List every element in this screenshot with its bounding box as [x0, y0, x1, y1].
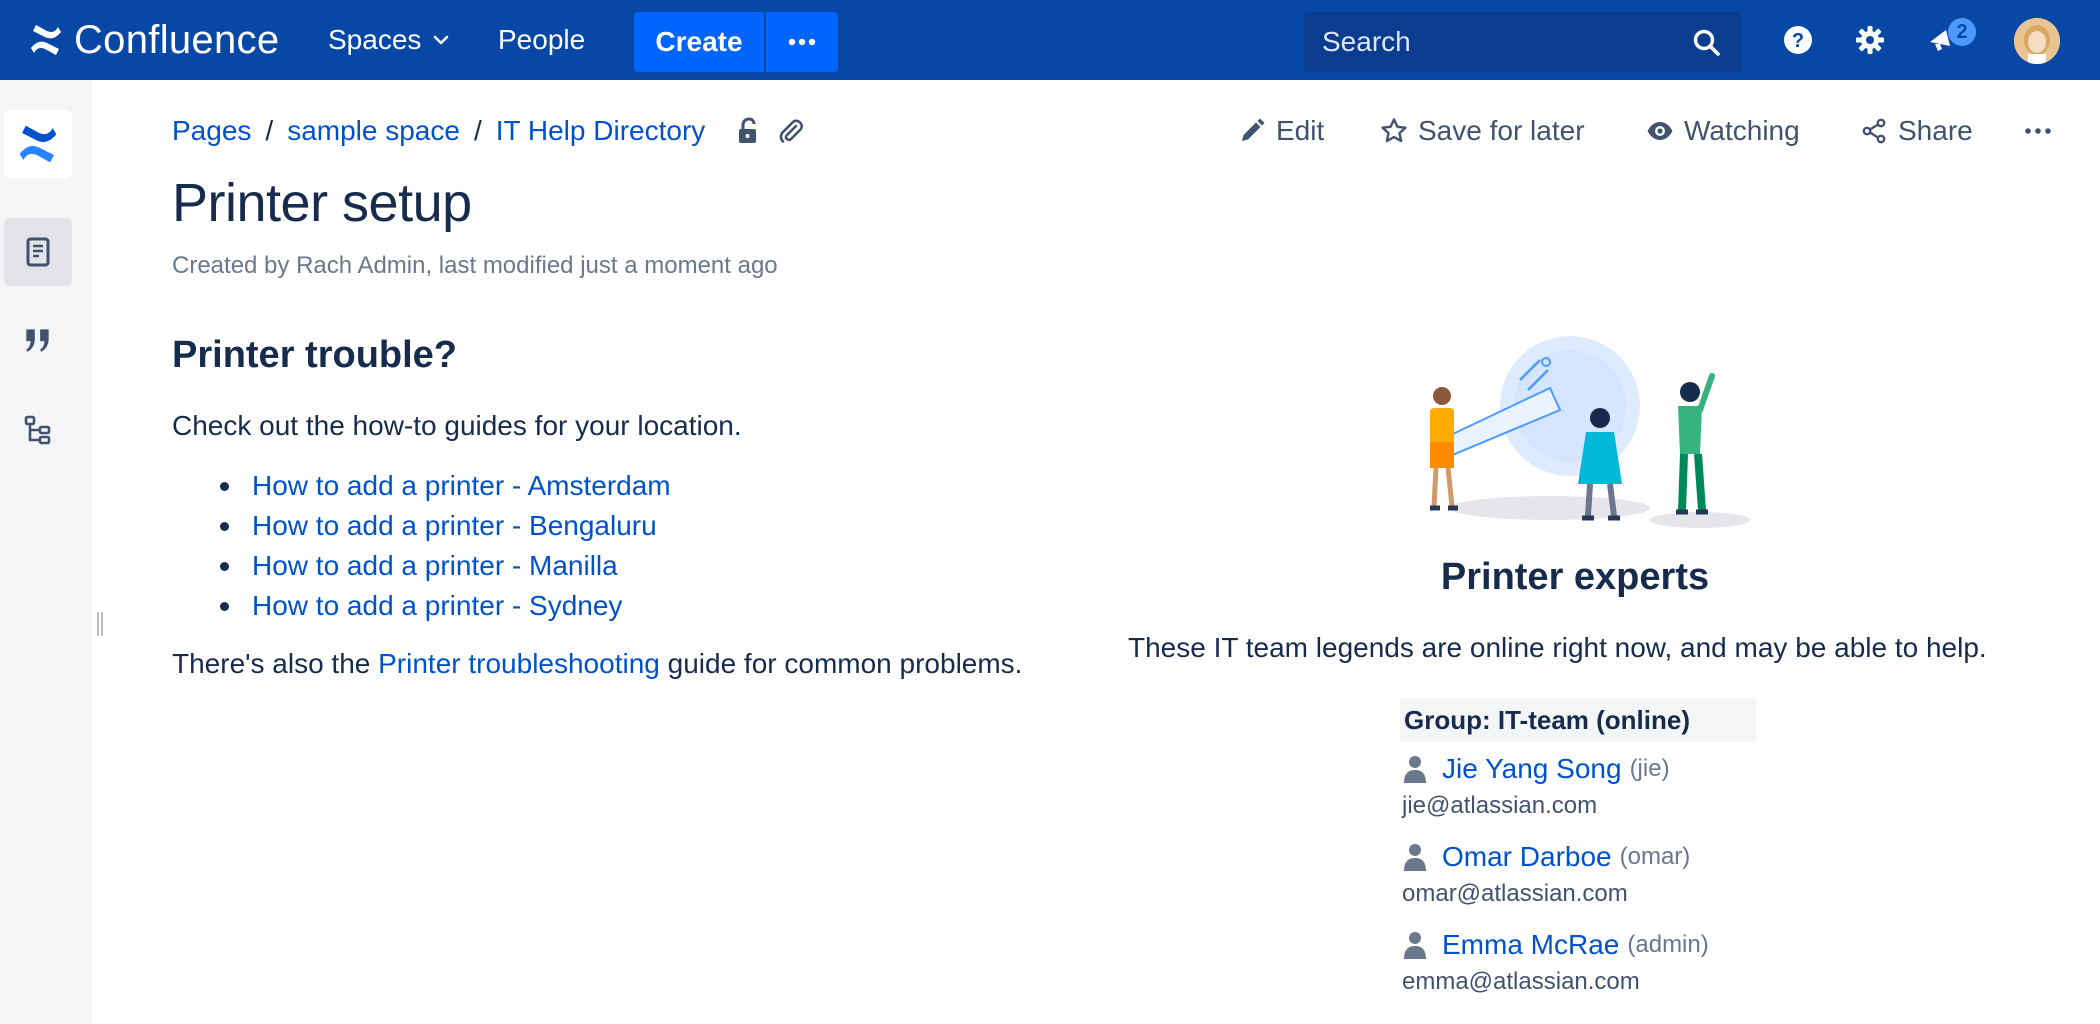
member-row: Omar Darboe (omar) — [1402, 838, 1802, 876]
user-icon — [1404, 756, 1426, 783]
member-email: jie@atlassian.com — [1402, 792, 1598, 819]
share-button[interactable]: Share — [1860, 110, 1973, 152]
top-navigation-bar: Confluence Spaces People Create ? — [0, 0, 2100, 80]
people-label: People — [498, 24, 586, 55]
search-box[interactable] — [1304, 12, 1742, 72]
experts-heading: Printer experts — [1440, 556, 1710, 598]
gear-icon — [1856, 26, 1884, 54]
page-status-icons — [735, 117, 805, 145]
list-item: How to add a printer - Amsterdam — [220, 466, 671, 506]
intro-text: Check out the how-to guides for your loc… — [172, 410, 742, 441]
save-for-later-label: Save for later — [1418, 115, 1585, 146]
list-item: Jie Yang Song (jie) jie@atlassian.com — [1402, 750, 1802, 820]
people-link[interactable]: People — [498, 18, 585, 62]
also-prefix: There's also the — [172, 648, 379, 679]
app-name: Confluence — [74, 17, 280, 62]
confluence-logo[interactable]: Confluence — [28, 16, 279, 64]
help-icon: ? — [1784, 26, 1812, 54]
guide-link-manilla[interactable]: How to add a printer - Manilla — [252, 550, 618, 581]
avatar[interactable] — [2014, 18, 2060, 64]
list-item: How to add a printer - Sydney — [220, 586, 671, 626]
search-icon[interactable] — [1692, 28, 1722, 58]
printer-troubleshooting-link[interactable]: Printer troubleshooting — [378, 648, 660, 679]
space-sidebar — [0, 80, 92, 1024]
experts-illustration — [1430, 336, 1750, 528]
guide-link-bengaluru[interactable]: How to add a printer - Bengaluru — [252, 510, 657, 541]
guide-link-amsterdam[interactable]: How to add a printer - Amsterdam — [252, 470, 671, 501]
notification-badge: 2 — [1948, 18, 1976, 46]
member-username: (omar) — [1619, 843, 1691, 870]
pencil-icon — [1242, 118, 1265, 141]
section-heading: Printer trouble? — [172, 334, 458, 376]
member-name-link[interactable]: Jie Yang Song — [1442, 753, 1622, 785]
breadcrumb-pages[interactable]: Pages — [172, 115, 251, 147]
share-label: Share — [1898, 115, 1973, 146]
settings-button[interactable] — [1852, 22, 1888, 58]
edit-button[interactable]: Edit — [1238, 110, 1324, 152]
member-username: (admin) — [1627, 931, 1709, 958]
experts-description: These IT team legends are online right n… — [1128, 632, 1987, 663]
member-name-link[interactable]: Emma McRae — [1442, 929, 1619, 961]
sidebar-item-page-tree[interactable] — [4, 396, 72, 464]
eye-icon — [1647, 122, 1673, 140]
breadcrumb-sample-space[interactable]: sample space — [287, 115, 460, 147]
page-more-actions-button[interactable] — [2024, 110, 2062, 152]
member-row: Emma McRae (admin) — [1402, 926, 1802, 964]
space-logo-button[interactable] — [4, 110, 72, 178]
star-icon — [1381, 118, 1407, 143]
breadcrumb: Pages / sample space / IT Help Directory — [172, 112, 805, 150]
chevron-down-icon — [434, 35, 449, 45]
create-more-button[interactable] — [766, 12, 838, 72]
guide-list: How to add a printer - Amsterdam How to … — [220, 466, 671, 626]
svg-text:?: ? — [1792, 30, 1804, 52]
help-button[interactable]: ? — [1780, 22, 1816, 58]
breadcrumb-separator: / — [473, 115, 482, 146]
share-icon — [1862, 118, 1886, 144]
search-input[interactable] — [1322, 26, 1682, 58]
list-item: How to add a printer - Manilla — [220, 546, 671, 586]
user-icon — [1404, 844, 1426, 871]
member-email: omar@atlassian.com — [1402, 880, 1628, 907]
list-item: Omar Darboe (omar) omar@atlassian.com — [1402, 838, 1802, 908]
list-item: How to add a printer - Bengaluru — [220, 506, 671, 546]
attachment-icon[interactable] — [777, 117, 805, 145]
user-icon — [1404, 932, 1426, 959]
watching-label: Watching — [1684, 115, 1800, 146]
unlock-icon[interactable] — [735, 117, 763, 145]
also-suffix: guide for common problems. — [659, 648, 1023, 679]
page-title: Printer setup — [172, 173, 472, 233]
breadcrumb-separator: / — [265, 115, 274, 146]
sidebar-item-blog[interactable] — [4, 306, 72, 374]
pages-icon — [26, 237, 50, 267]
group-label: Group: IT-team (online) — [1400, 698, 1756, 742]
breadcrumb-it-help-directory[interactable]: IT Help Directory — [496, 115, 706, 147]
sidebar-item-pages[interactable] — [4, 218, 72, 286]
troubleshooting-paragraph: There's also the Printer troubleshooting… — [172, 648, 1022, 680]
create-button[interactable]: Create — [634, 12, 764, 72]
guide-link-sydney[interactable]: How to add a printer - Sydney — [252, 590, 622, 621]
page-byline: Created by Rach Admin, last modified jus… — [172, 252, 778, 279]
save-for-later-button[interactable]: Save for later — [1380, 110, 1585, 152]
user-avatar-icon — [2014, 18, 2060, 64]
spaces-label: Spaces — [328, 24, 422, 55]
quotes-icon — [26, 329, 49, 352]
member-row: Jie Yang Song (jie) — [1402, 750, 1802, 788]
more-icon — [788, 38, 816, 46]
edit-label: Edit — [1276, 115, 1325, 146]
member-email: emma@atlassian.com — [1402, 968, 1640, 995]
member-username: (jie) — [1629, 755, 1670, 782]
list-item: Emma McRae (admin) emma@atlassian.com — [1402, 926, 1802, 996]
watching-button[interactable]: Watching — [1646, 110, 1800, 152]
member-name-link[interactable]: Omar Darboe — [1442, 841, 1612, 873]
spaces-menu[interactable]: Spaces — [328, 18, 451, 62]
confluence-logo-icon — [31, 25, 61, 55]
confluence-logo-icon — [19, 125, 57, 163]
sidebar-resize-handle[interactable] — [96, 612, 104, 636]
tree-icon — [24, 415, 51, 445]
more-icon — [2025, 128, 2051, 134]
